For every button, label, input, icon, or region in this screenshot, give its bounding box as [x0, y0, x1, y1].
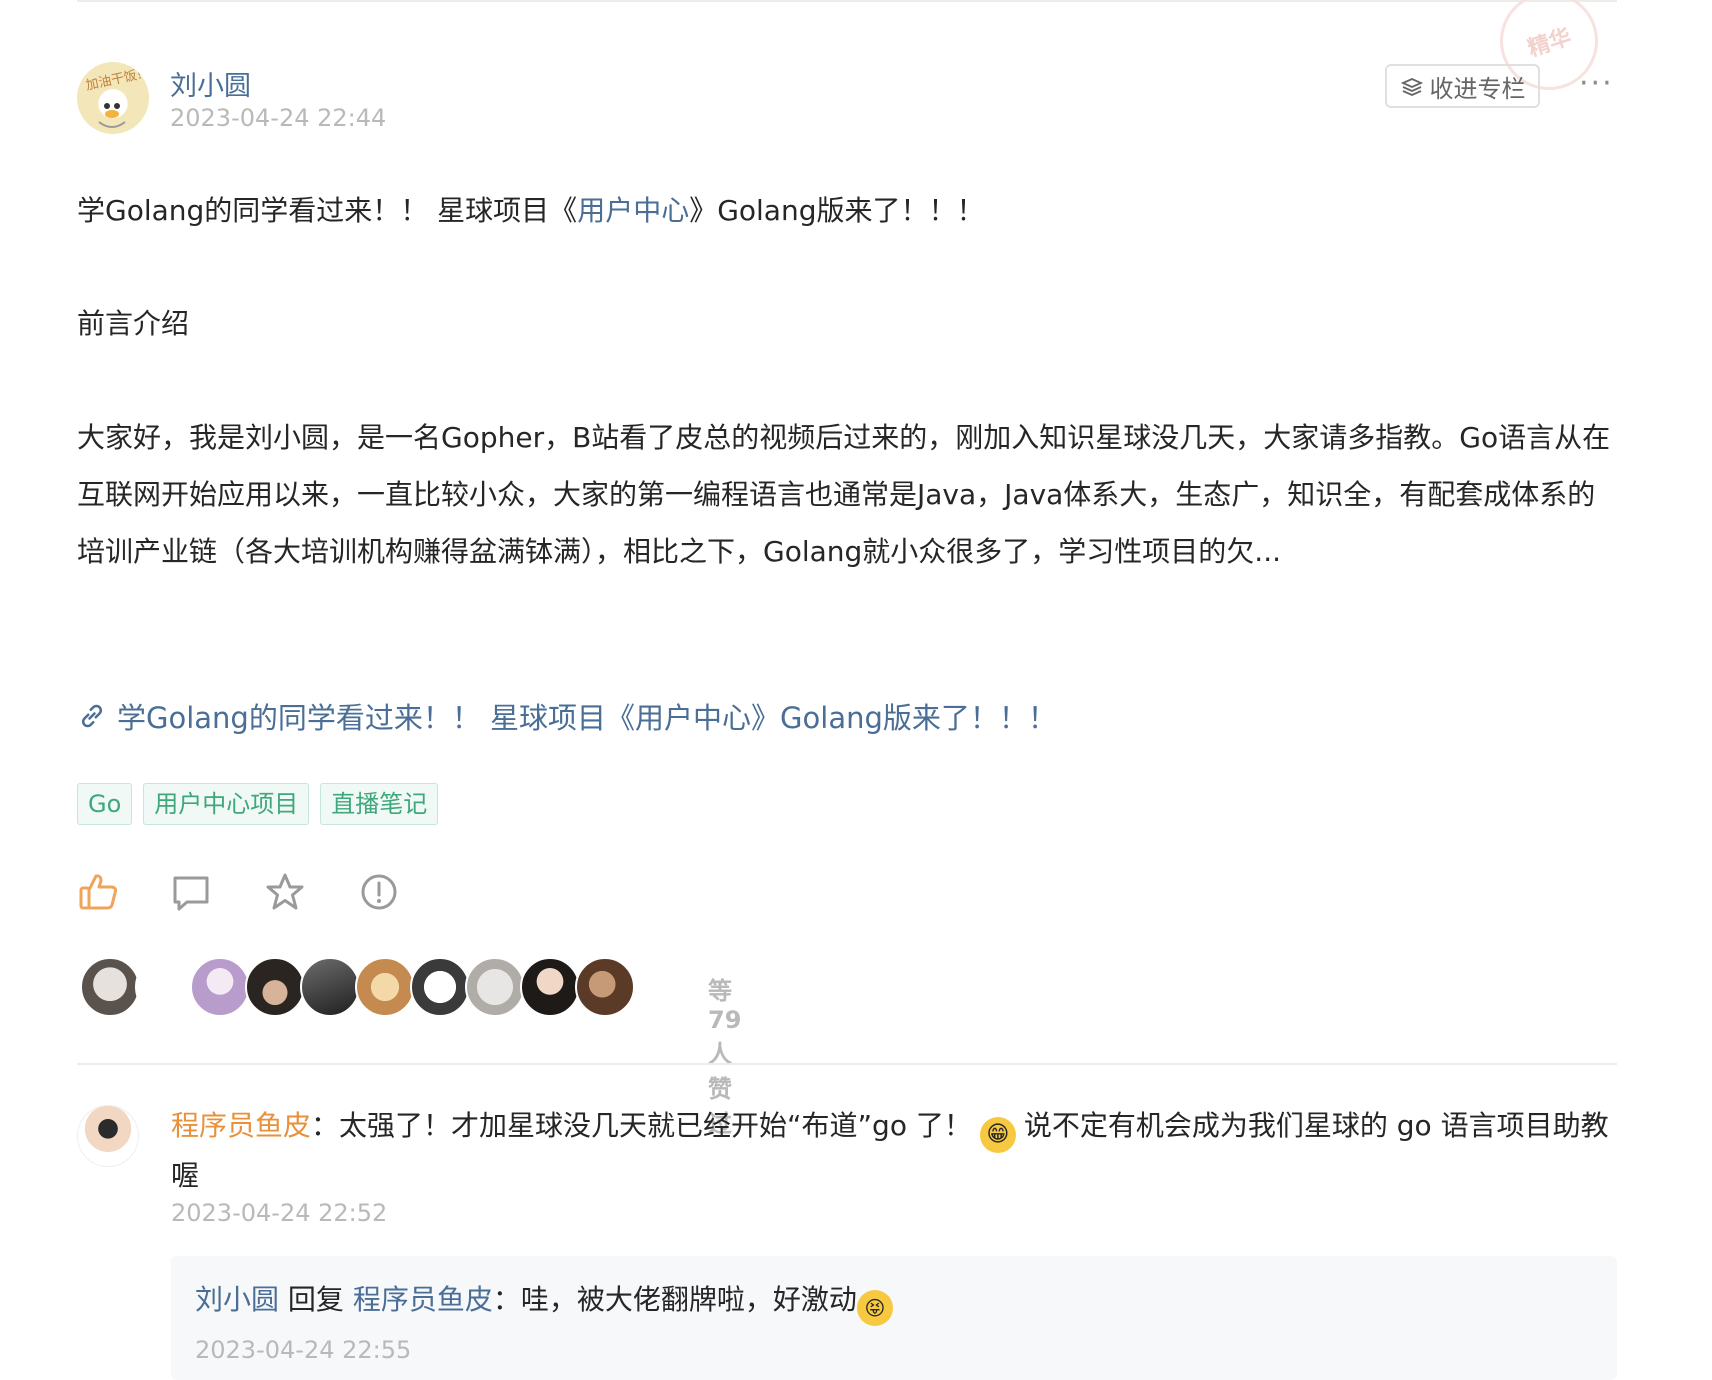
comment-text: 太强了！才加星球没几天就已经开始“布道”go 了！: [339, 1109, 972, 1142]
post-title-prefix: 学Golang的同学看过来！！ 星球项目《: [77, 194, 578, 227]
liker-avatar[interactable]: [575, 957, 635, 1017]
comment-time: 2023-04-24 22:52: [171, 1199, 388, 1227]
collect-to-column-label: 收进专栏: [1429, 74, 1526, 103]
commenter-name[interactable]: 程序员鱼皮: [171, 1109, 311, 1142]
comment-button[interactable]: [169, 870, 213, 914]
author-name[interactable]: 刘小圆: [170, 64, 251, 103]
comments-divider: [77, 1063, 1617, 1065]
grin-emoji-icon: 😁: [979, 1117, 1016, 1153]
comment-icon: [173, 876, 209, 911]
liker-avatar[interactable]: [410, 957, 470, 1017]
section-heading: 前言介绍: [77, 307, 190, 340]
report-button[interactable]: [357, 870, 401, 914]
article-link-text[interactable]: 学Golang的同学看过来！！ 星球项目《用户中心》Golang版来了！！！: [117, 695, 1057, 737]
comment-colon: ：: [311, 1109, 340, 1142]
star-icon: [266, 873, 304, 910]
post-title-link[interactable]: 用户中心: [577, 194, 689, 227]
reply-body: 刘小圆 回复 程序员鱼皮：哇，被大佬翻牌啦，好激动 😝: [195, 1278, 893, 1326]
exclamation-icon: [361, 874, 397, 910]
liker-avatar[interactable]: [355, 957, 415, 1017]
post-time: 2023-04-24 22:44: [170, 104, 387, 132]
liker-avatar[interactable]: [300, 957, 360, 1017]
top-divider: [77, 0, 1617, 2]
collect-to-column-button[interactable]: 收进专栏: [1385, 64, 1540, 108]
reply-author[interactable]: 刘小圆: [195, 1283, 279, 1316]
tongue-emoji-icon: 😝: [856, 1290, 893, 1326]
duck-icon: [98, 103, 126, 128]
liker-avatar[interactable]: [190, 957, 250, 1017]
liker-avatar[interactable]: [465, 957, 525, 1017]
post-header: 加油干饭! 刘小圆 2023-04-24 22:44 收进专栏 ···: [77, 60, 1617, 140]
tag-live-notes[interactable]: 直播笔记: [320, 783, 439, 825]
reply-colon: ：: [492, 1283, 521, 1316]
tag-user-center-project[interactable]: 用户中心项目: [143, 783, 310, 825]
more-options-icon[interactable]: ···: [1579, 66, 1614, 101]
liker-avatar[interactable]: [245, 957, 305, 1017]
comment-body: 程序员鱼皮：太强了！才加星球没几天就已经开始“布道”go 了！ 😁 说不定有机会成为…: [171, 1103, 1617, 1199]
reply-time: 2023-04-24 22:55: [195, 1336, 412, 1364]
reply-word: 回复: [287, 1283, 344, 1316]
commenter-avatar[interactable]: [77, 1105, 139, 1167]
tag-go[interactable]: Go: [77, 783, 133, 825]
column-stack-icon: [1400, 78, 1423, 96]
reply-box: 刘小圆 回复 程序员鱼皮：哇，被大佬翻牌啦，好激动 😝 2023-04-24 22…: [171, 1256, 1617, 1380]
liker-avatar[interactable]: [135, 957, 195, 1017]
author-avatar[interactable]: 加油干饭!: [77, 62, 149, 134]
liker-avatar[interactable]: [520, 957, 580, 1017]
post-title: 学Golang的同学看过来！！ 星球项目《用户中心》Golang版来了！！！: [77, 182, 1617, 239]
reply-target[interactable]: 程序员鱼皮: [353, 1283, 493, 1316]
post-content: 学Golang的同学看过来！！ 星球项目《用户中心》Golang版来了！！！ 前…: [77, 182, 1617, 580]
link-icon: [81, 704, 103, 728]
reply-text: 哇，被大佬翻牌啦，好激动: [520, 1283, 857, 1316]
like-button[interactable]: [77, 870, 121, 914]
liker-avatar[interactable]: [80, 957, 140, 1017]
article-link[interactable]: 学Golang的同学看过来！！ 星球项目《用户中心》Golang版来了！！！: [77, 695, 1057, 737]
post-title-suffix: 》Golang版来了！！！: [689, 194, 985, 227]
tag-list: Go 用户中心项目 直播笔记: [77, 783, 439, 825]
thumb-up-icon: [79, 874, 118, 910]
post-paragraph: 大家好，我是刘小圆，是一名Gopher，B站看了皮总的视频后过来的，刚加入知识星…: [77, 421, 1611, 568]
favorite-button[interactable]: [263, 870, 307, 914]
